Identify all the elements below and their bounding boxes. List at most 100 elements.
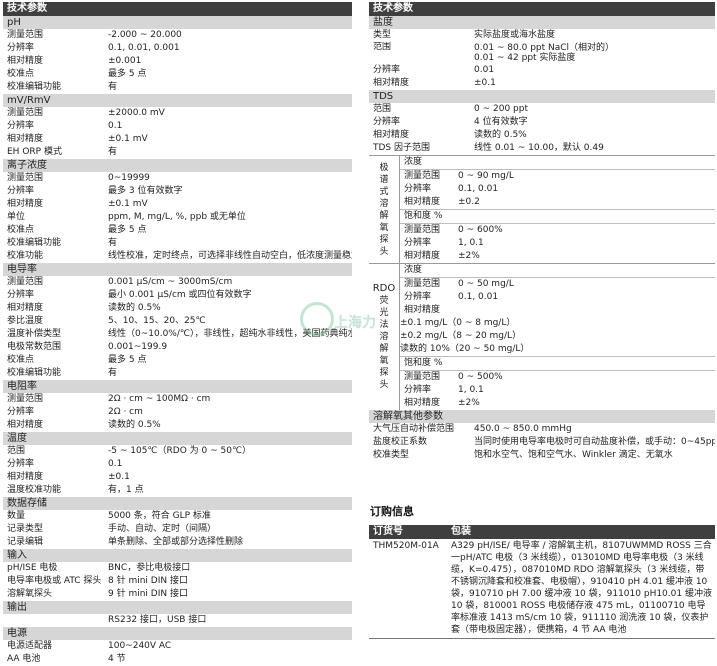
spec-row: 电极常数范围 0.001~199.9 [3, 341, 352, 354]
spec-row: 校准编辑功能 有 [3, 237, 352, 250]
spec-value-line: 线性 0.01 ~ 10.00，默认 0.49 [474, 143, 604, 153]
spec-value: 饱和水空气、饱和空气水、Winkler 滴定、无氧水 [474, 449, 715, 462]
spec-value: 有 [108, 81, 352, 94]
spec-row: 分辨率 1, 0.1 [400, 237, 715, 250]
spec-value-line: 0.1, 0.01 [458, 184, 499, 194]
spec-value-line: -5 ~ 105℃（RDO 为 0 ~ 50℃） [108, 446, 252, 456]
spec-row: 相对精度 读数的 0.5% [369, 129, 715, 142]
spec-value: 有 [108, 146, 352, 159]
spec-value: 0.1, 0.01 [458, 291, 715, 304]
right-spec-table: 技术参数 盐度 类型 实际盐度或海水盐度 范围 0.01 ~ 80.0 ppt NaCl（… [369, 2, 715, 462]
spec-value-line: ppm, M, mg/L, %, ppb 或无单位 [108, 212, 246, 222]
spec-label: 电极常数范围 [7, 342, 62, 352]
spec-value-line: 8 针 mini DIN 接口 [108, 576, 188, 586]
spec-value: 最多 5 点 [108, 224, 352, 237]
section-title: 温度 [3, 432, 352, 445]
vertical-abbr: RDO [372, 283, 396, 294]
spec-row: 测量范围 0 ~ 500% [400, 371, 715, 384]
spec-value-line: 0 ~ 50 mg/L [458, 279, 514, 289]
spec-value-line: 0 ~ 200 ppt [474, 104, 528, 114]
spec-value-line: ±2000.0 mV [108, 108, 165, 118]
spec-row: 测量范围 ±2000.0 mV [3, 107, 352, 120]
spec-value: 读数的 0.5% [108, 419, 352, 432]
spec-label: EH ORP 模式 [7, 147, 62, 157]
spec-value-line: 1, 0.1 [458, 238, 484, 248]
spec-value: ±0.1 mg/L（0 ~ 8 mg/L） ±0.2 mg/L（8 ~ 20 mg… [400, 317, 715, 356]
spec-value: 4 节 [108, 653, 352, 666]
spec-value: 0.1 [108, 458, 352, 471]
section-title: 输入 [3, 549, 352, 562]
section-title: 电源 [3, 627, 352, 640]
vertical-char: 头 [379, 246, 389, 257]
spec-label: 范围 [373, 42, 392, 52]
spec-value-line: 9 针 mini DIN 接口 [108, 589, 188, 599]
spec-value: 4 位有效数字 [474, 116, 715, 129]
rdo-do-block: RDO 荧光法溶解氧探头浓度 测量范围 0 ~ 50 mg/L 分辨率 0.1, 0.01… [369, 263, 715, 410]
spec-value: 100~240V AC [108, 640, 352, 653]
spec-value-line: 读数的 0.5% [474, 130, 527, 140]
spec-label: 校准点 [7, 225, 35, 235]
spec-row: 相对精度 ±0.1 mV [3, 198, 352, 211]
spec-value: ±0.2 [458, 196, 715, 209]
spec-header: 技术参数 [3, 2, 352, 16]
spec-value-line: 450.0 ~ 850.0 mmHg [474, 424, 572, 434]
spec-row: 测量范围 0 ~ 90 mg/L [400, 170, 715, 183]
spec-label: 校准类型 [373, 450, 410, 460]
spec-value: 2Ω · cm [108, 406, 352, 419]
spec-row: 分辨率 1, 0.1 [400, 384, 715, 397]
spec-value-line: ±2% [458, 251, 480, 261]
section-title: 电阻率 [3, 380, 352, 393]
spec-label: 相对精度 [7, 303, 44, 313]
spec-row: 相对精度 ±0.001 [3, 55, 352, 68]
spec-value: ±0.001 [108, 55, 352, 68]
spec-value-line: ±0.1 [474, 78, 496, 88]
vertical-char: 谱 [379, 174, 389, 185]
spec-value-line: 线性校准，定时终点，可选择非线性自动空白，低浓度测量稳定性 [108, 251, 352, 261]
spec-label: 测量范围 [404, 372, 441, 382]
spec-label: 相对精度 [7, 472, 44, 482]
order-table: 订货号 包装 THM520M-01A A329 pH/ISE/ 电导率 / 溶解… [369, 525, 715, 639]
spec-label: 测量范围 [404, 171, 441, 181]
spec-row: 校准功能 线性校准，定时终点，可选择非线性自动空白，低浓度测量稳定性 [3, 250, 352, 263]
spec-label: 温度补偿类型 [7, 329, 62, 339]
spec-label: 相对精度 [404, 305, 441, 315]
spec-value-line: -2.000 ~ 20.000 [108, 30, 182, 40]
spec-value-line: 100~240V AC [108, 641, 172, 651]
spec-row: 校准点 最多 5 点 [3, 68, 352, 81]
spec-label: 分辨率 [404, 385, 432, 395]
spec-value: 有，1 点 [108, 484, 352, 497]
order-item-description: A329 pH/ISE/ 电导率 / 溶解氧主机，8107UWMMD ROSS … [451, 541, 712, 635]
spec-row: 分辨率 最多 3 位有效数字 [3, 185, 352, 198]
spec-value: 5000 条，符合 GLP 标准 [108, 510, 352, 523]
spec-value-line: 2Ω · cm ~ 100MΩ · cm [108, 394, 211, 404]
spec-value: 1, 0.1 [458, 237, 715, 250]
spec-label: TDS 因子范围 [373, 143, 431, 153]
spec-value-line: 0.1 [108, 459, 123, 469]
vertical-char: 探 [379, 234, 389, 245]
spec-label: 分辨率 [373, 65, 401, 75]
spec-value-line: 0.1, 0.01 [458, 292, 499, 302]
spec-label: 相对精度 [404, 251, 441, 261]
order-info-title: 订购信息 [370, 505, 414, 518]
spec-row: 分辨率 0.1, 0.01, 0.001 [3, 42, 352, 55]
spec-row: 测量范围 0~19999 [3, 172, 352, 185]
spec-label: 测量范围 [404, 225, 441, 235]
spec-value-line: ±0.2 mg/L（8 ~ 20 mg/L） [400, 331, 522, 341]
spec-value-line: 0 ~ 600% [458, 225, 503, 235]
spec-value: ppm, M, mg/L, %, ppb 或无单位 [108, 211, 352, 224]
spec-label: 分辨率 [404, 238, 432, 248]
spec-header: 技术参数 [369, 2, 715, 16]
spec-row: 相对精度 ±0.2 [400, 196, 715, 209]
section-title: pH [3, 16, 352, 29]
spec-label: 分辨率 [404, 184, 432, 194]
spec-value-line: 2Ω · cm [108, 407, 143, 417]
spec-value: RS232 接口，USB 接口 [108, 614, 352, 627]
spec-value: 实际盐度或海水盐度 [474, 29, 715, 42]
spec-row: 测量范围 0 ~ 600% [400, 224, 715, 237]
order-item-number: THM520M-01A [373, 541, 439, 551]
spec-value-line: 有 [108, 82, 118, 92]
spec-value: 0 ~ 200 ppt [474, 103, 715, 116]
spec-row: 单位 ppm, M, mg/L, %, ppb 或无单位 [3, 211, 352, 224]
spec-value: ±0.1 [108, 471, 352, 484]
spec-value-line: 实际盐度或海水盐度 [474, 30, 556, 40]
